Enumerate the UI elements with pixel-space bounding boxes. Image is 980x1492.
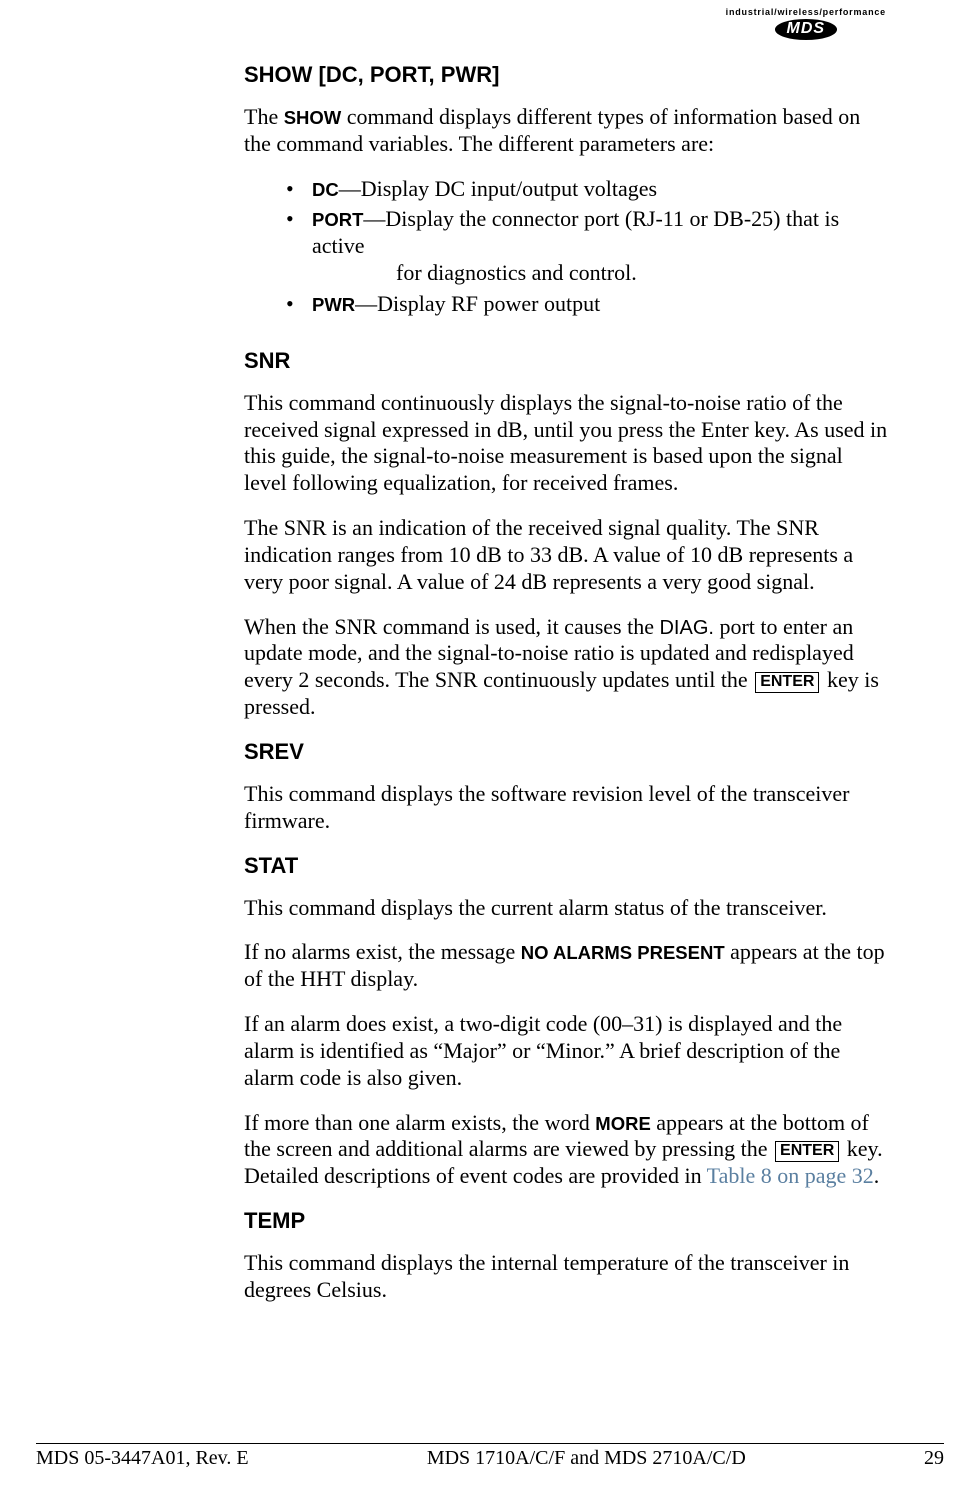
snr-p1: This command continuously displays the s… [244,390,890,497]
content-area: SHOW [DC, PORT, PWR] The SHOW command di… [244,62,890,1322]
heading-show: SHOW [DC, PORT, PWR] [244,62,890,88]
bullet-icon: • [286,176,294,203]
heading-temp: TEMP [244,1208,890,1234]
enter-keycap: ENTER [775,1141,839,1161]
show-intro: The SHOW command displays different type… [244,104,890,158]
page: industrial/wireless/performance MDS SHOW… [0,0,980,1492]
heading-srev: SREV [244,739,890,765]
stat-p4: If more than one alarm exists, the word … [244,1110,890,1190]
bullet-icon: • [286,291,294,318]
footer: MDS 05-3447A01, Rev. E MDS 1710A/C/F and… [36,1447,944,1470]
text: When the SNR command is used, it causes … [244,614,659,639]
list-item: • DC—Display DC input/output voltages [244,176,890,203]
xref-table8[interactable]: Table 8 on page 32 [707,1163,874,1188]
temp-p1: This command displays the internal tempe… [244,1250,890,1304]
text: If more than one alarm exists, the word [244,1110,595,1135]
cmd-no-alarms: NO ALARMS PRESENT [521,942,725,963]
brand-mark: MDS [775,19,838,40]
brand-logo: industrial/wireless/performance MDS [726,8,886,40]
enter-keycap: ENTER [755,672,819,692]
srev-p1: This command displays the software revis… [244,781,890,835]
text: —Display RF power output [355,291,600,316]
diag-label: DIAG. [659,617,713,639]
heading-snr: SNR [244,348,890,374]
cmd-more: MORE [595,1113,651,1134]
footer-right: 29 [924,1447,944,1470]
cmd-dc: DC [312,179,339,200]
text: —Display DC input/output voltages [339,176,657,201]
snr-p3: When the SNR command is used, it causes … [244,614,890,721]
stat-p2: If no alarms exist, the message NO ALARM… [244,939,890,993]
text: for diagnostics and control. [312,260,890,287]
text: If no alarms exist, the message [244,939,521,964]
footer-left: MDS 05-3447A01, Rev. E [36,1447,249,1470]
list-item: • PWR—Display RF power output [244,291,890,318]
show-params-list: • DC—Display DC input/output voltages • … [244,176,890,318]
cmd-show: SHOW [284,107,342,128]
text: The [244,104,284,129]
footer-rule [36,1443,944,1444]
footer-center: MDS 1710A/C/F and MDS 2710A/C/D [249,1447,924,1470]
bullet-icon: • [286,206,294,233]
heading-stat: STAT [244,853,890,879]
brand-tagline: industrial/wireless/performance [726,8,886,17]
cmd-pwr: PWR [312,294,355,315]
snr-p2: The SNR is an indication of the received… [244,515,890,595]
stat-p1: This command displays the current alarm … [244,895,890,922]
list-item: • PORT—Display the connector port (RJ-11… [244,206,890,286]
stat-p3: If an alarm does exist, a two-digit code… [244,1011,890,1091]
text: —Display the connector port (RJ-11 or DB… [312,206,839,258]
cmd-port: PORT [312,209,363,230]
text: . [874,1163,880,1188]
